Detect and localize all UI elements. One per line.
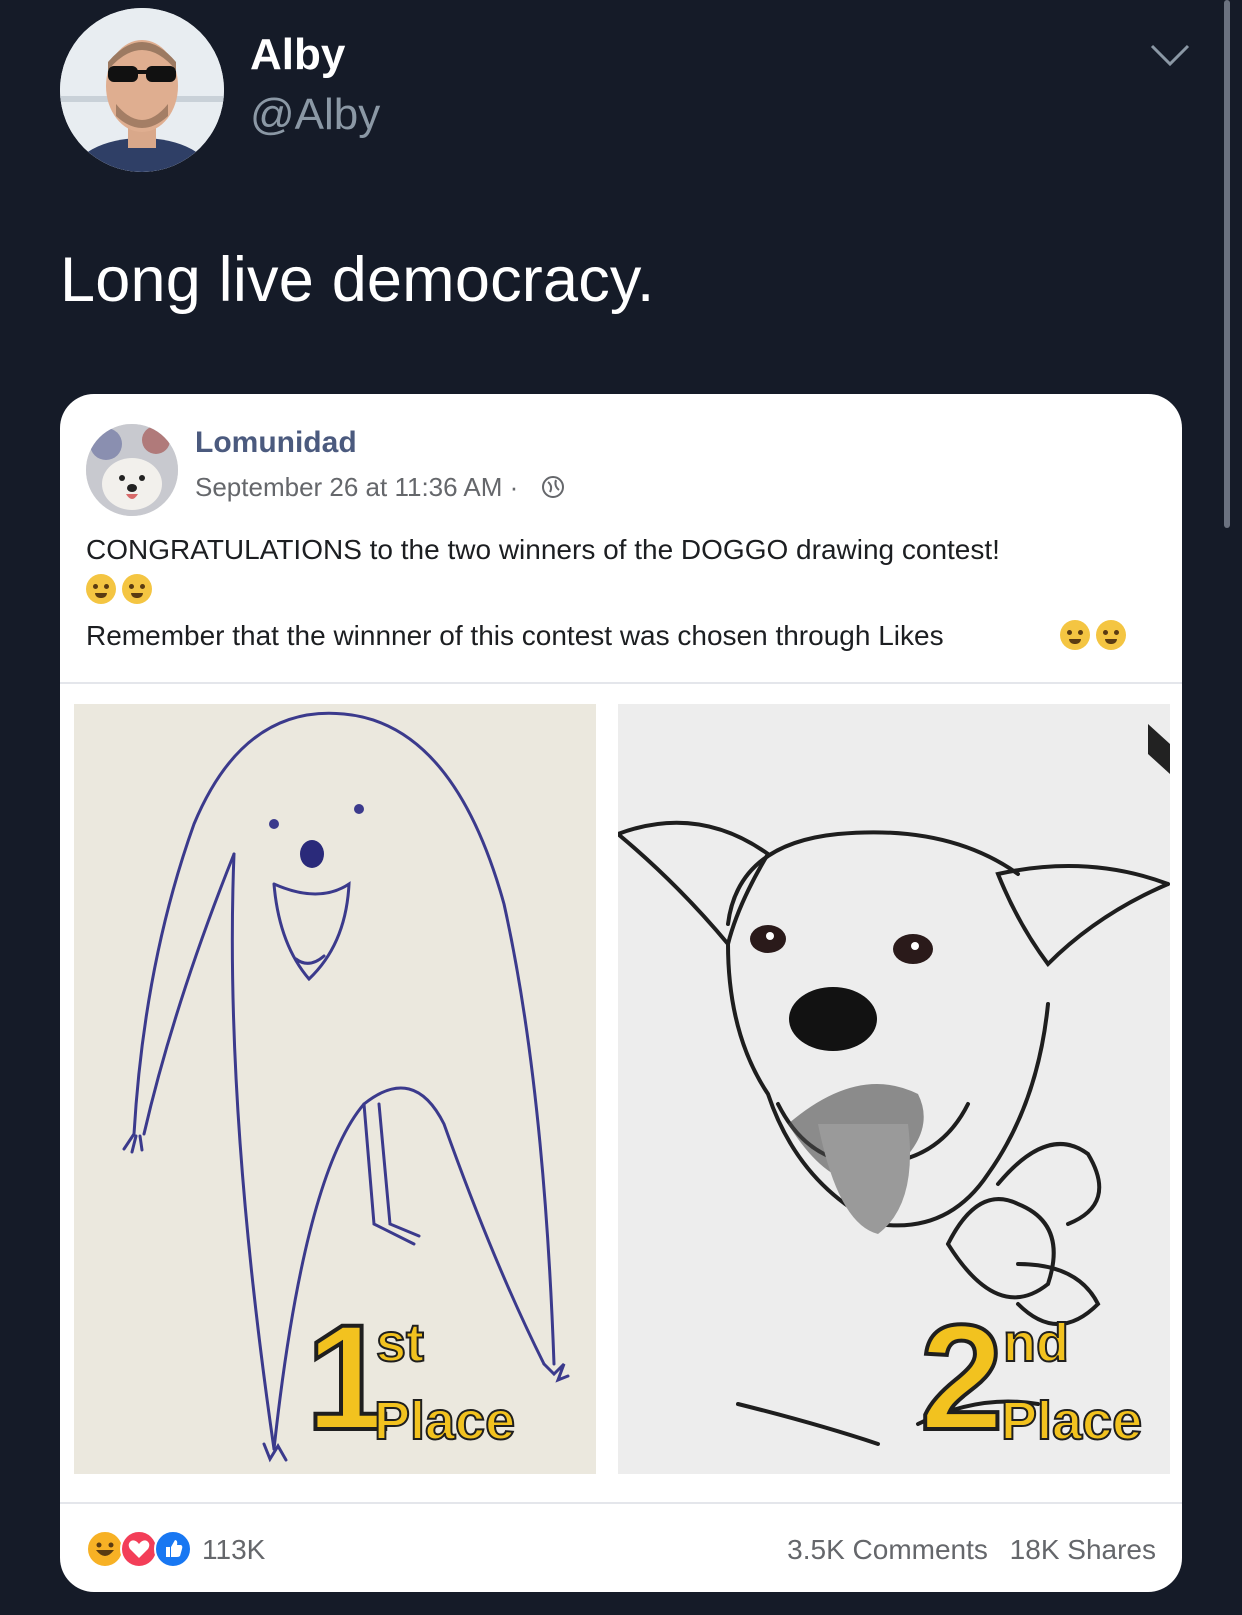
second-place-label: Place: [1000, 1391, 1143, 1451]
grimacing-emoji-icon: [1060, 620, 1090, 650]
love-reaction-icon: [120, 1530, 158, 1568]
laughing-emoji-row: [1060, 620, 1132, 655]
second-place-number: 2: [918, 1293, 1005, 1461]
first-place-suffix: st: [375, 1313, 425, 1373]
page-name[interactable]: Lomunidad: [195, 426, 357, 460]
scrollbar[interactable]: [1224, 0, 1230, 528]
smiling-cat-emoji-icon: [86, 574, 116, 604]
divider: [60, 1502, 1182, 1504]
cat-emoji-row: [86, 574, 158, 609]
embedded-post-card[interactable]: Lomunidad September 26 at 11:36 AM · CON…: [60, 394, 1182, 1592]
post-text-line2: Remember that the winnner of this contes…: [86, 620, 944, 651]
post-timestamp[interactable]: September 26 at 11:36 AM ·: [195, 472, 518, 503]
globe-icon: [540, 474, 566, 500]
realistic-dog-sketch-image: [618, 704, 1170, 1474]
reaction-count[interactable]: 113K: [202, 1534, 265, 1566]
second-place-suffix: nd: [1002, 1313, 1070, 1373]
page-avatar: [86, 424, 178, 516]
like-reaction-icon: [154, 1530, 192, 1568]
comments-count[interactable]: 3.5K Comments: [787, 1534, 988, 1565]
comments-shares: 3.5K Comments 18K Shares: [773, 1534, 1156, 1566]
shares-count[interactable]: 18K Shares: [1010, 1534, 1156, 1565]
second-place-drawing[interactable]: 2 nd Place: [618, 704, 1170, 1474]
chevron-down-icon[interactable]: [1148, 38, 1192, 72]
first-place-label: Place: [373, 1391, 516, 1451]
smiling-cat-emoji-icon: [122, 574, 152, 604]
grimacing-emoji-icon: [1096, 620, 1126, 650]
first-place-drawing[interactable]: 1 st Place: [74, 704, 596, 1474]
user-avatar[interactable]: [60, 8, 224, 172]
divider: [60, 682, 1182, 684]
post-text-line1: CONGRATULATIONS to the two winners of th…: [86, 534, 1000, 565]
user-handle[interactable]: @Alby: [250, 90, 380, 140]
display-name[interactable]: Alby: [250, 30, 345, 80]
haha-reaction-icon: [86, 1530, 124, 1568]
tweet-text: Long live democracy.: [60, 245, 655, 315]
